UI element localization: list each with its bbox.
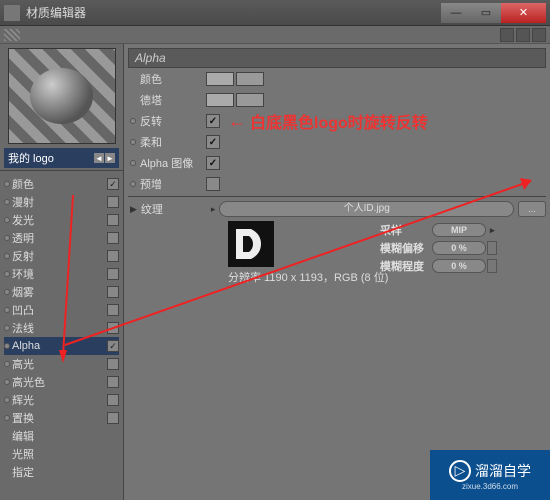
sample-select[interactable]: MIP (432, 223, 486, 237)
channel-Alpha[interactable]: Alpha (4, 337, 119, 355)
alphaimg-checkbox[interactable] (206, 156, 220, 170)
channel-checkbox[interactable] (107, 412, 119, 424)
delta-swatch-a[interactable] (206, 93, 234, 107)
channel-checkbox[interactable] (107, 376, 119, 388)
premult-checkbox[interactable] (206, 177, 220, 191)
prop-alphaimg: Alpha 图像 (128, 153, 546, 173)
window-title: 材质编辑器 (26, 4, 441, 21)
prop-invert: 反转 ←白底黑色logo时旋转反转 (128, 111, 546, 131)
material-name-field[interactable]: 我的 logo ◄ ► (4, 148, 119, 168)
channel-checkbox[interactable] (107, 304, 119, 316)
toolbar (0, 26, 550, 44)
blur-scale-field[interactable]: 0 % (432, 259, 486, 273)
watermark: ▷ 溜溜自学 zixue.3d66.com (430, 450, 550, 500)
titlebar: 材质编辑器 — ▭ ✕ (0, 0, 550, 26)
prop-delta: 德塔 (128, 90, 546, 110)
channel-发光[interactable]: 发光 (4, 211, 119, 229)
play-icon: ▷ (449, 460, 471, 482)
blur-offset-spinner[interactable] (487, 241, 497, 255)
channel-编辑[interactable]: 编辑 (4, 427, 119, 445)
channel-checkbox[interactable] (107, 178, 119, 190)
channel-反射[interactable]: 反射 (4, 247, 119, 265)
channel-checkbox[interactable] (107, 358, 119, 370)
texture-thumbnail[interactable]: 采样MIP▸ 模糊偏移0 % 模糊程度0 % (228, 221, 274, 267)
tool-icon-1[interactable] (500, 28, 514, 42)
channel-置换[interactable]: 置换 (4, 409, 119, 427)
blur-scale-spinner[interactable] (487, 259, 497, 273)
channel-checkbox[interactable] (107, 340, 119, 352)
channel-环境[interactable]: 环境 (4, 265, 119, 283)
material-name-text: 我的 logo (8, 150, 54, 166)
prop-soft: 柔和 (128, 132, 546, 152)
material-preview[interactable] (8, 48, 116, 144)
panel-title: Alpha (128, 48, 546, 68)
texture-browse-button[interactable]: ... (518, 201, 546, 217)
channel-checkbox[interactable] (107, 394, 119, 406)
delta-swatch-b[interactable] (236, 93, 264, 107)
annotation-arrow-icon: ← (228, 111, 246, 132)
window-buttons: — ▭ ✕ (441, 3, 546, 23)
maximize-button[interactable]: ▭ (471, 3, 501, 23)
channel-光照[interactable]: 光照 (4, 445, 119, 463)
channel-checkbox[interactable] (107, 286, 119, 298)
chevron-down-icon[interactable]: ▸ (490, 225, 495, 236)
minimize-button[interactable]: — (441, 3, 471, 23)
channel-checkbox[interactable] (107, 196, 119, 208)
channel-checkbox[interactable] (107, 322, 119, 334)
tool-icon-2[interactable] (516, 28, 530, 42)
channel-辉光[interactable]: 辉光 (4, 391, 119, 409)
channel-烟雾[interactable]: 烟雾 (4, 283, 119, 301)
invert-checkbox[interactable] (206, 114, 220, 128)
left-panel: 我的 logo ◄ ► 颜色漫射发光透明反射环境烟雾凹凸法线Alpha高光高光色… (0, 44, 124, 500)
channel-checkbox[interactable] (107, 232, 119, 244)
prop-color: 颜色 (128, 69, 546, 89)
expand-icon[interactable]: ▶ (130, 204, 137, 215)
prop-premult: 预增 (128, 174, 546, 194)
grip-icon (4, 29, 20, 41)
channel-checkbox[interactable] (107, 268, 119, 280)
tool-icon-3[interactable] (532, 28, 546, 42)
texture-file-field[interactable]: 个人ID.jpg (219, 201, 514, 217)
channel-高光[interactable]: 高光 (4, 355, 119, 373)
channel-漫射[interactable]: 漫射 (4, 193, 119, 211)
color-swatch-b[interactable] (236, 72, 264, 86)
right-panel: Alpha 颜色 德塔 反转 ←白底黑色logo时旋转反转 柔和 Alpha 图… (124, 44, 550, 500)
prop-texture: ▶ 纹理 ▸ 个人ID.jpg ... (128, 199, 546, 219)
close-button[interactable]: ✕ (501, 3, 546, 23)
texture-dropdown-icon[interactable]: ▸ (211, 204, 216, 215)
channel-高光色[interactable]: 高光色 (4, 373, 119, 391)
channel-凹凸[interactable]: 凹凸 (4, 301, 119, 319)
color-swatch-a[interactable] (206, 72, 234, 86)
channel-指定[interactable]: 指定 (4, 463, 119, 481)
annotation-text: ←白底黑色logo时旋转反转 (228, 109, 428, 133)
channel-透明[interactable]: 透明 (4, 229, 119, 247)
soft-checkbox[interactable] (206, 135, 220, 149)
channel-checkbox[interactable] (107, 214, 119, 226)
channel-checkbox[interactable] (107, 250, 119, 262)
next-material-button[interactable]: ► (105, 153, 115, 163)
channel-颜色[interactable]: 颜色 (4, 175, 119, 193)
prev-material-button[interactable]: ◄ (94, 153, 104, 163)
preview-sphere-icon (30, 68, 94, 124)
channel-list: 颜色漫射发光透明反射环境烟雾凹凸法线Alpha高光高光色辉光置换编辑光照指定 (0, 173, 123, 483)
app-icon (4, 5, 20, 21)
channel-法线[interactable]: 法线 (4, 319, 119, 337)
blur-offset-field[interactable]: 0 % (432, 241, 486, 255)
